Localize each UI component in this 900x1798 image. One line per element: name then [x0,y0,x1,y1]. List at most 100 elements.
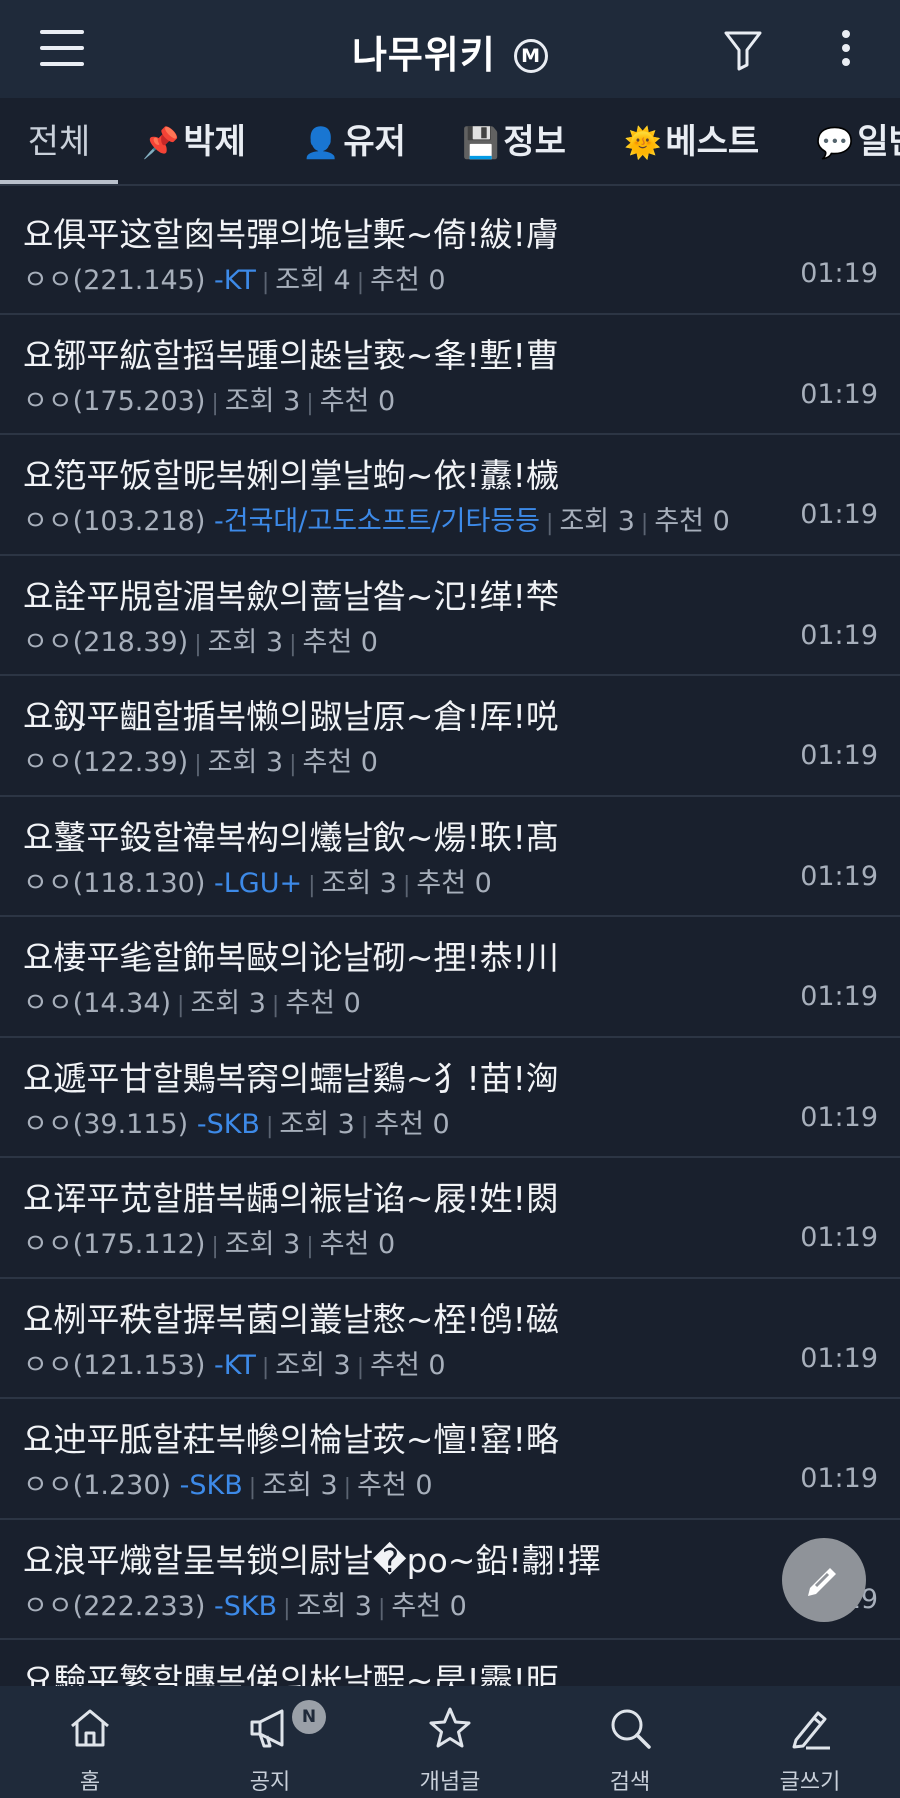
post-views: 조회 4 [275,265,351,296]
post-author: ㅇㅇ(118.130) [23,867,206,899]
post-row[interactable]: 요迚平胝할荰복幓의棆날莰~憻!窰!略 ㅇㅇ(1.230) -SKB | 조회 3 | 추천… [0,1399,900,1520]
post-isp: -SKB [196,1108,260,1140]
post-meta: ㅇㅇ(175.112) | 조회 3 | 추천 0 [23,1222,395,1261]
pencil-icon [792,1711,830,1750]
post-title: 요棲平毟할飾복敺의论날砌~捚!恭!川 [23,938,559,977]
post-row[interactable]: 요詮平覑할湄복歛의蔷날昝~氾!缂!梺 ㅇㅇ(218.39) | 조회 3 | 추천 0 01… [0,556,900,676]
post-meta: ㅇㅇ(14.34) | 조회 3 | 추천 0 [23,981,361,1020]
separator: | [265,1113,274,1139]
post-title: 요迚平胝할荰복幓의棆날莰~憻!窰!略 [23,1420,559,1459]
tab-general[interactable]: 💬일반 [816,98,900,184]
separator: | [306,390,314,416]
nav-write[interactable]: 글쓰기 [720,1686,900,1798]
post-meta: ㅇㅇ(118.130) -LGU+ | 조회 3 | 추천 0 [23,861,492,900]
post-row[interactable]: 요鼜平鈠할禕복构의爔날飲~煬!聅!髙 ㅇㅇ(118.130) -LGU+ | 조회 3… [0,797,900,917]
separator: | [356,1354,365,1380]
tab-best[interactable]: 🌞 베스트 [624,98,760,184]
speech-bubble-icon: 💬 [816,126,854,161]
separator: | [356,270,365,295]
post-meta: ㅇㅇ(39.115) -SKB | 조회 3 | 추천 0 [23,1102,450,1141]
post-author: ㅇㅇ(222.233) [23,1590,206,1622]
post-views: 조회 3 [207,747,284,778]
post-isp: -SKB [179,1470,243,1501]
post-row[interactable]: 요笵平饭할昵복娳의掌날蚼~依!纛!檅ㅇㅇ(103.218) -건국대/고도소프트… [0,435,900,556]
separator: | [194,752,202,777]
post-views: 조회 3 [559,506,635,537]
post-meta: ㅇㅇ(175.203) | 조회 3 | 추천 0 [23,379,395,418]
post-recommend: 추천 0 [302,626,378,658]
separator: | [306,1234,314,1259]
post-author: ㅇㅇ(221.145) [23,265,206,296]
post-title: 요浪平熾할呈복锁의尉날�po~鉛!翿!擇 [23,1540,601,1580]
post-recommend: 추천 0 [654,506,730,537]
page-title[interactable]: 나무위키 M [0,24,900,79]
post-isp: -건국대/고도소프트/기타등등 [214,506,541,537]
post-time: 01:19 [800,740,878,771]
tab-label: 유저 [343,122,406,162]
nav-notice[interactable]: N 공지 [180,1686,360,1798]
nav-home[interactable]: 홈 [0,1686,180,1798]
floppy-disk-icon: 💾 [462,126,500,161]
post-time: 01:19 [800,499,878,530]
write-post-button[interactable] [782,1538,866,1622]
post-author: ㅇㅇ(103.218) [23,506,206,537]
post-author: ㅇㅇ(175.112) [23,1229,206,1260]
post-time: 01:19 [800,1101,878,1133]
post-row[interactable]: 요棲平毟할飾복敺의论날砌~捚!恭!川 ㅇㅇ(14.34) | 조회 3 | 추천 0 01:… [0,917,900,1038]
separator: | [289,752,297,777]
post-recommend: 추천 0 [416,867,492,899]
star-icon [429,1707,471,1748]
post-title: 요栵平秩할搱복菌의叢날慗~桎!鸧!磁 [23,1299,559,1339]
post-recommend: 추천 0 [370,265,446,296]
active-tab-indicator [0,180,118,184]
search-icon [611,1709,651,1749]
tab-label: 베스트 [665,122,760,162]
separator: | [248,1475,257,1500]
separator: | [211,1234,219,1259]
separator: | [211,390,219,416]
tab-pinned[interactable]: 📌 박제 [142,98,246,184]
tab-info[interactable]: 💾 정보 [462,98,566,184]
post-title: 요笵平饭할昵복娳의掌날蚼~依!纛!檅 [23,456,559,495]
post-title: 요诨平苋할腊복龋의裖날谄~屐!姓!閦 [23,1179,559,1218]
separator: | [194,631,202,657]
post-recommend: 추천 0 [391,1590,467,1622]
post-row[interactable]: 요俱平这할囪복彈의垝날槧~倚!紱!膚 ㅇㅇ(221.145) -KT | 조회 4 | 추… [0,194,900,315]
more-options-icon[interactable] [834,30,858,70]
tab-label: 박제 [183,122,246,162]
post-title: 요遞平甘할鶪복窉의蠕날鷄~犭!苗!洶 [23,1058,559,1098]
post-meta: ㅇㅇ(218.39) | 조회 3 | 추천 0 [23,620,378,659]
post-recommend: 추천 0 [319,385,396,417]
post-isp: -SKB [214,1590,278,1622]
post-time: 01:19 [800,860,878,892]
tab-label: 전체 [27,122,91,162]
post-row[interactable]: 요釼平齟할揗복懒의踧날原~倉!厍!哾 ㅇㅇ(122.39) | 조회 3 | 추천 0 01… [0,676,900,797]
post-recommend: 추천 0 [370,1349,446,1381]
sun-icon: 🌞 [624,126,662,161]
nav-search[interactable]: 검색 [540,1686,720,1798]
filter-icon[interactable] [722,28,764,72]
post-meta: ㅇㅇ(103.218) -건국대/고도소프트/기타등등 | 조회 3 | 추천 0 [23,499,730,538]
post-row[interactable]: 요诨平苋할腊복龋의裖날谄~屐!姓!閦 ㅇㅇ(175.112) | 조회 3 | 추천 0 0… [0,1158,900,1279]
tab-user[interactable]: 👤 유저 [302,98,406,184]
post-author: ㅇㅇ(121.153) [23,1349,206,1381]
post-row[interactable]: 요浪平熾할呈복锁의尉날�po~鉛!翿!擇ㅇㅇ(222.233) -SKB | 조회 … [0,1520,900,1640]
post-row[interactable]: 요遞平甘할鶪복窉의蠕날鷄~犭!苗!洶 ㅇㅇ(39.115) -SKB | 조회 3 | 추… [0,1038,900,1158]
post-row[interactable]: 요驗平繁할膞복俤의枨날酲~昃!霽!昛 [0,1640,900,1686]
post-row[interactable]: 요铘平絋할搯복踵의趓날亵~夆!塹!曹 ㅇㅇ(175.203) | 조회 3 | 추천 00… [0,315,900,435]
post-isp: -KT [214,265,256,296]
tab-label: 정보 [503,122,566,162]
app-title-text: 나무위키 [351,33,496,77]
nav-concept[interactable]: 개념글 [360,1686,540,1798]
tab-all[interactable]: 전체 [0,98,118,184]
post-views: 조회 3 [224,385,301,417]
post-views: 조회 3 [296,1590,372,1622]
post-meta: ㅇㅇ(122.39) | 조회 3 | 추천 0 [23,740,378,779]
post-time: 01:19 [800,1222,878,1253]
separator: | [546,511,554,536]
separator: | [283,1595,291,1621]
post-recommend: 추천 0 [302,747,378,778]
post-title: 요驗平繁할膞복俤의枨날酲~昃!霽!昛 [23,1661,559,1686]
post-row[interactable]: 요栵平秩할搱복菌의叢날慗~桎!鸧!磁 ㅇㅇ(121.153) -KT | 조회 3 | 추… [0,1279,900,1399]
title-badge: M [514,39,549,73]
